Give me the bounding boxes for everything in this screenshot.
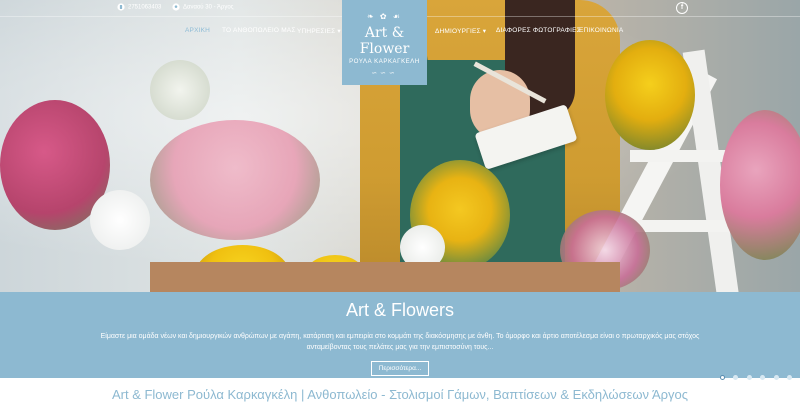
phone-icon [117,3,125,11]
phone-number: 2751063403 [128,4,162,11]
nav-item-services[interactable]: ΥΠΗΡΕΣΙΕΣ ▾ [297,27,341,35]
nav-item-creations[interactable]: ΔΗΜΙΟΥΡΓΙΕΣ ▾ [435,27,486,35]
slider-dot[interactable] [787,375,792,380]
slider-title: Art & Flowers [345,300,455,320]
slider-dot[interactable] [760,375,766,380]
logo-subtitle: ΡΟΥΛΑ ΚΑΡΚΑΓΚΕΛΗ [349,59,420,65]
logo-flourish-icon: ∽∽∽ [371,70,398,77]
flower-sunflowers-right [605,40,695,150]
address-contact: Δαναού 30 - Άργος [172,3,234,11]
phone-contact[interactable]: 2751063403 [117,3,161,11]
flower-white-hydrangea [150,60,210,120]
slider-dot[interactable] [746,375,752,380]
nav-item-contact[interactable]: ΕΠΙΚΟΙΝΩΝΙΑ [579,27,623,34]
nav-item-our-shop[interactable]: ΤΟ ΑΝΘΟΠΩΛΕΙΟ ΜΑΣ [222,27,296,34]
address-text: Δαναού 30 - Άργος [183,4,234,11]
nav-item-photos[interactable]: ΔΙΑΦΟΡΕΣ ΦΩΤΟΓΡΑΦΙΕΣ [496,27,581,34]
slider-dot[interactable] [773,375,779,380]
flower-bouquet-light-pink [150,120,320,240]
flower-bouquet-right-pink [720,110,800,260]
slider-description: Είμαστε μια ομάδα νέων και δημιουργικών … [100,333,700,351]
slider-dot[interactable] [719,375,725,380]
ladder-rung [630,220,740,232]
site-logo[interactable]: ❧ ✿ ☙ Art & Flower ΡΟΥΛΑ ΚΑΡΚΑΓΚΕΛΗ ∽∽∽ [342,0,427,85]
read-more-button[interactable]: Περισσότερα... [370,361,430,376]
slider-dot[interactable] [733,375,739,380]
slider-pagination [716,367,792,385]
flower-white-rose [90,190,150,250]
logo-name: Art & Flower [359,25,410,57]
slider-caption: Art & Flowers Είμαστε μια ομάδα νέων και… [0,292,800,378]
location-pin-icon [172,3,180,11]
facebook-icon[interactable]: f [676,2,688,14]
logo-ornament-icon: ❧ ✿ ☙ [366,12,403,21]
nav-item-home[interactable]: ΑΡΧΙΚΗ [185,27,210,34]
wooden-table [150,262,620,292]
page-heading: Art & Flower Ρούλα Καρκαγκέλη | Ανθοπωλε… [111,387,689,402]
